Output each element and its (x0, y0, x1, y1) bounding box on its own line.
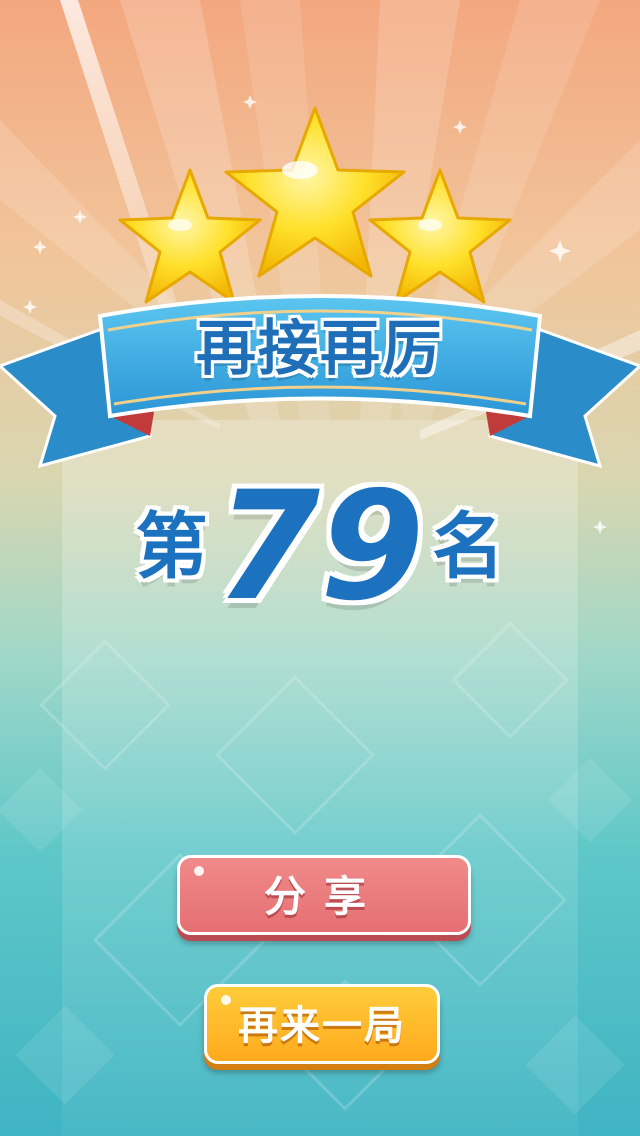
result-screen: 再接再厉 第79 名 分享 再来一局 (0, 0, 640, 1136)
share-button-label: 分享 (263, 872, 384, 921)
title-text: 再接再厉 (196, 314, 444, 384)
share-button[interactable]: 分享 (177, 855, 471, 935)
replay-button[interactable]: 再来一局 (204, 984, 440, 1064)
rank-prefix: 第 (135, 504, 208, 589)
replay-button-label: 再来一局 (238, 1003, 406, 1049)
rank-suffix: 名 (432, 504, 505, 589)
button-shine (194, 866, 204, 876)
button-shine (221, 995, 231, 1005)
rank-number: 79 (215, 459, 425, 634)
rank-display: 第79 名 (0, 472, 640, 622)
